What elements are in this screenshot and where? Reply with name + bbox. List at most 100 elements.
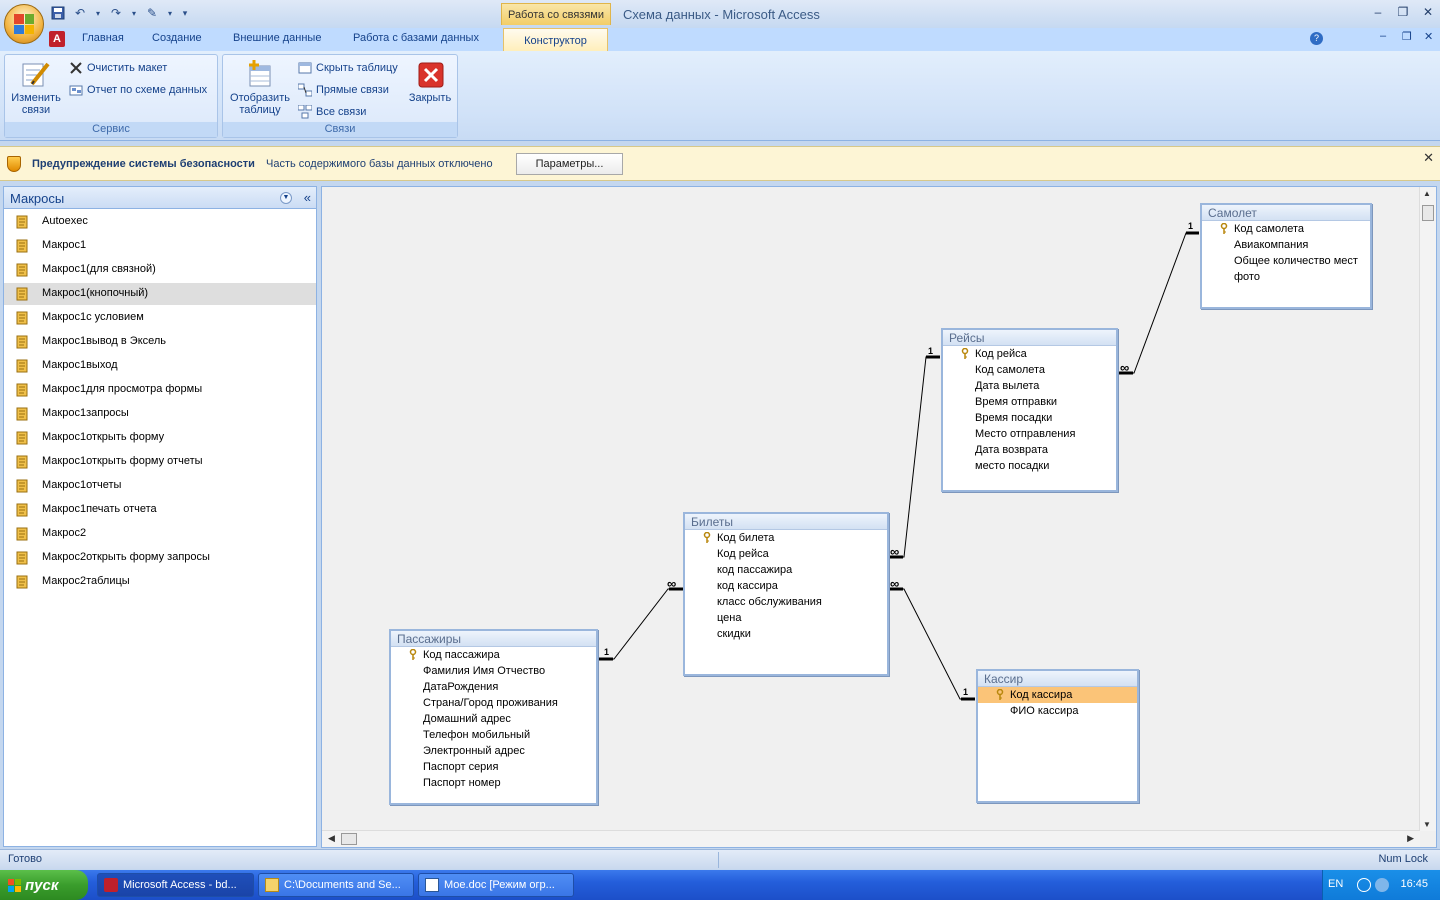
table-field[interactable]: Время посадки xyxy=(943,410,1116,426)
tab-external-data[interactable]: Внешние данные xyxy=(233,32,321,52)
save-icon[interactable] xyxy=(50,5,66,21)
table-title[interactable]: Билеты xyxy=(685,514,887,530)
macro-item[interactable]: Макрос1открыть форму отчеты xyxy=(4,451,316,473)
table-field[interactable]: код кассира xyxy=(685,578,887,594)
doc-restore-icon[interactable]: ❐ xyxy=(1402,30,1412,50)
table-field[interactable]: фото xyxy=(1202,269,1370,285)
table-field[interactable]: код пассажира xyxy=(685,562,887,578)
nav-header[interactable]: Макросы ▼ « xyxy=(4,187,316,209)
macro-item[interactable]: Макрос1вывод в Эксель xyxy=(4,331,316,353)
macro-item[interactable]: Макрос1открыть форму xyxy=(4,427,316,449)
tray-network-icon[interactable] xyxy=(1357,878,1371,892)
macro-item[interactable]: Макрос2открыть форму запросы xyxy=(4,547,316,569)
office-button[interactable] xyxy=(4,4,44,44)
help-icon[interactable]: ? xyxy=(1310,32,1323,45)
table-field[interactable]: Паспорт серия xyxy=(391,759,596,775)
table-title[interactable]: Пассажиры xyxy=(391,631,596,647)
all-relationships-button[interactable]: Все связи xyxy=(297,103,366,121)
restore-icon[interactable]: ❐ xyxy=(1393,5,1413,21)
schema-report-button[interactable]: Отчет по схеме данных xyxy=(69,81,207,99)
table-reysy[interactable]: Рейсы Код рейса Код самолета Дата вылета Вр… xyxy=(941,328,1118,492)
table-field[interactable]: Код рейса xyxy=(685,546,887,562)
table-field[interactable]: скидки xyxy=(685,626,887,642)
table-title[interactable]: Самолет xyxy=(1202,205,1370,221)
macro-item[interactable]: Макрос1выход xyxy=(4,355,316,377)
macro-item[interactable]: Autoexec xyxy=(4,211,316,233)
language-indicator[interactable]: EN xyxy=(1328,878,1343,890)
macro-item[interactable]: Макрос1(кнопочный) xyxy=(4,283,316,305)
table-kassir[interactable]: Кассир Код кассира ФИО кассира xyxy=(976,669,1139,803)
vertical-scroll-thumb[interactable] xyxy=(1422,205,1434,221)
table-field[interactable]: Код кассира xyxy=(978,687,1137,703)
table-field[interactable]: Код билета xyxy=(685,530,887,546)
table-field[interactable]: Код пассажира xyxy=(391,647,596,663)
macro-item[interactable]: Макрос1с условием xyxy=(4,307,316,329)
horizontal-scroll-thumb[interactable] xyxy=(341,833,357,845)
table-field[interactable]: Место отправления xyxy=(943,426,1116,442)
table-field[interactable]: Авиакомпания xyxy=(1202,237,1370,253)
nav-collapse-icon[interactable]: « xyxy=(304,190,311,205)
table-title[interactable]: Рейсы xyxy=(943,330,1116,346)
undo-icon[interactable]: ↶ xyxy=(72,5,88,21)
table-field[interactable]: Дата возврата xyxy=(943,442,1116,458)
redo-dropdown-icon[interactable]: ▾ xyxy=(130,5,138,21)
view-dropdown-icon[interactable]: ▾ xyxy=(166,5,174,21)
macro-item[interactable]: Макрос2 xyxy=(4,523,316,545)
table-title[interactable]: Кассир xyxy=(978,671,1137,687)
close-diagram-button[interactable]: Закрыть xyxy=(405,58,455,104)
table-field[interactable]: Страна/Город проживания xyxy=(391,695,596,711)
close-icon[interactable]: ✕ xyxy=(1418,5,1438,21)
tray-volume-icon[interactable] xyxy=(1375,878,1389,892)
direct-relationships-button[interactable]: Прямые связи xyxy=(297,81,389,99)
table-field[interactable]: Код самолета xyxy=(943,362,1116,378)
minimize-icon[interactable]: – xyxy=(1368,5,1388,21)
scroll-right-icon[interactable]: ▶ xyxy=(1407,833,1414,844)
macro-item[interactable]: Макрос1печать отчета xyxy=(4,499,316,521)
hide-table-button[interactable]: Скрыть таблицу xyxy=(298,59,398,77)
scroll-down-icon[interactable]: ▼ xyxy=(1423,820,1431,829)
macro-item[interactable]: Макрос1(для связной) xyxy=(4,259,316,281)
table-passazhiry[interactable]: Пассажиры Код пассажира Фамилия Имя Отчес… xyxy=(389,629,598,805)
macro-item[interactable]: Макрос2таблицы xyxy=(4,571,316,593)
macro-item[interactable]: Макрос1отчеты xyxy=(4,475,316,497)
tab-home[interactable]: Главная xyxy=(82,32,124,52)
table-field[interactable]: Электронный адрес xyxy=(391,743,596,759)
table-field[interactable]: Домашний адрес xyxy=(391,711,596,727)
edit-relationships-button[interactable]: Изменить связи xyxy=(7,58,65,116)
horizontal-scrollbar[interactable]: ◀ ▶ xyxy=(322,830,1420,847)
vertical-scrollbar[interactable]: ▲ ▼ xyxy=(1419,187,1436,831)
switch-view-icon[interactable]: ✎ xyxy=(144,5,160,21)
table-samolet[interactable]: Самолет Код самолета Авиакомпания Общее ко… xyxy=(1200,203,1372,309)
table-field[interactable]: Код самолета xyxy=(1202,221,1370,237)
table-field[interactable]: Общее количество мест xyxy=(1202,253,1370,269)
security-bar-close-icon[interactable]: ✕ xyxy=(1423,150,1434,166)
macro-item[interactable]: Макрос1запросы xyxy=(4,403,316,425)
redo-icon[interactable]: ↷ xyxy=(108,5,124,21)
table-field[interactable]: ДатаРождения xyxy=(391,679,596,695)
taskbar-item-explorer[interactable]: C:\Documents and Se... xyxy=(258,873,414,897)
tab-create[interactable]: Создание xyxy=(152,32,202,52)
tab-design[interactable]: Конструктор xyxy=(503,28,608,52)
nav-dropdown-icon[interactable]: ▼ xyxy=(280,192,292,204)
show-table-button[interactable]: Отобразить таблицу xyxy=(225,58,295,116)
start-button[interactable]: пуск xyxy=(0,870,88,900)
macro-item[interactable]: Макрос1для просмотра формы xyxy=(4,379,316,401)
table-field[interactable]: Время отправки xyxy=(943,394,1116,410)
table-field[interactable]: ФИО кассира xyxy=(978,703,1137,719)
doc-minimize-icon[interactable]: – xyxy=(1380,30,1386,50)
customize-qat-icon[interactable]: ▾ xyxy=(180,5,190,21)
table-field[interactable]: Телефон мобильный xyxy=(391,727,596,743)
taskbar-item-access[interactable]: Microsoft Access - bd... xyxy=(97,873,254,897)
table-field[interactable]: класс обслуживания xyxy=(685,594,887,610)
undo-dropdown-icon[interactable]: ▾ xyxy=(94,5,102,21)
table-field[interactable]: Паспорт номер xyxy=(391,775,596,791)
table-field[interactable]: место посадки xyxy=(943,458,1116,474)
table-field[interactable]: Код рейса xyxy=(943,346,1116,362)
scroll-left-icon[interactable]: ◀ xyxy=(328,833,335,844)
relationships-canvas[interactable]: 1 ∞ ∞ 1 ∞ 1 ∞ 1 Самолет Код самолета Авиа… xyxy=(321,186,1437,848)
doc-close-icon[interactable]: ✕ xyxy=(1424,30,1433,50)
table-field[interactable]: Дата вылета xyxy=(943,378,1116,394)
taskbar-item-word[interactable]: Мое.doc [Режим огр... xyxy=(418,873,574,897)
clear-layout-button[interactable]: Очистить макет xyxy=(69,59,167,77)
scroll-up-icon[interactable]: ▲ xyxy=(1423,189,1431,198)
